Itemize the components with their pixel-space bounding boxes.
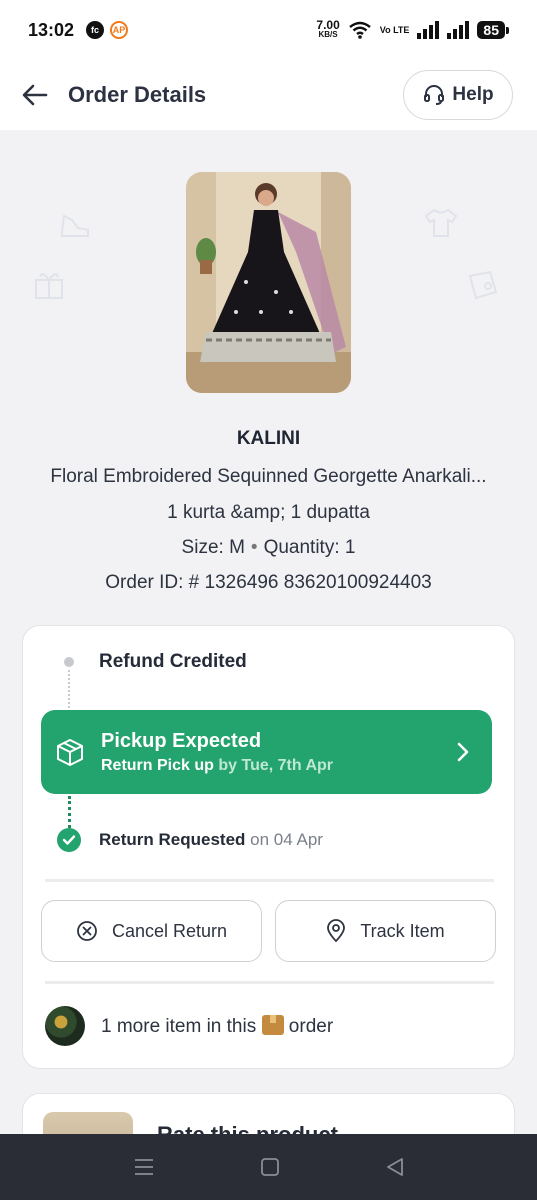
refund-credited-label: Refund Credited (99, 651, 247, 672)
product-contents: 1 kurta &amp; 1 dupatta (167, 502, 370, 523)
more-items-row[interactable]: 1 more item in this order (45, 1006, 333, 1046)
wifi-icon (348, 21, 371, 39)
back-button[interactable] (20, 80, 50, 110)
app-header: Order Details Help (0, 60, 537, 130)
speed-unit: KB/S (318, 30, 338, 39)
package-box-icon (57, 739, 83, 766)
order-id: Order ID: # 1326496 83620100924403 (105, 572, 432, 593)
return-requested-label: Return Requested (99, 830, 246, 849)
arrow-left-icon (22, 84, 48, 106)
timeline-connector-green (68, 796, 71, 828)
chevron-right-icon (457, 742, 469, 762)
signal-icon-1 (417, 21, 440, 39)
quantity-text: Quantity: 1 (263, 537, 356, 558)
track-item-button[interactable]: Track Item (275, 900, 496, 962)
separator-dot: • (250, 537, 258, 558)
headset-icon (424, 85, 445, 105)
more-item-thumbnail (45, 1006, 85, 1046)
pickup-subtitle: Return Pick up by Tue, 7th Apr (101, 757, 333, 775)
pickup-sub-label: Return Pick up (101, 756, 214, 774)
signal-icon-2 (447, 21, 470, 39)
refund-step-dot (64, 657, 74, 667)
help-button[interactable]: Help (403, 70, 513, 120)
cancel-return-label: Cancel Return (111, 920, 228, 941)
more-items-suffix: order (288, 1015, 334, 1037)
more-items-prefix: 1 more item in this (101, 1015, 257, 1037)
ap-notification-icon: AP (110, 21, 129, 39)
wallet-bg-icon (468, 270, 498, 300)
package-emoji-icon (261, 1014, 284, 1035)
pickup-title: Pickup Expected (101, 729, 262, 752)
status-time: 13:02 (28, 19, 75, 40)
network-speed: 7.00 KB/S (316, 19, 339, 39)
timeline-connector-grey (68, 670, 70, 708)
return-requested-date: on 04 Apr (250, 830, 323, 849)
shoe-bg-icon (61, 214, 89, 237)
return-requested-row: Return Requested on 04 Apr (99, 830, 323, 850)
product-photo (186, 172, 351, 393)
product-name: Floral Embroidered Sequinned Georgette A… (50, 466, 487, 487)
check-circle-icon (57, 828, 81, 852)
help-label: Help (452, 84, 494, 105)
gift-bg-icon (35, 273, 63, 299)
system-nav-bar (0, 1134, 537, 1200)
notification-icons: fc AP (86, 21, 129, 39)
fc-notification-icon: fc (86, 21, 105, 39)
divider (45, 981, 494, 984)
battery-icon: 85 (477, 21, 509, 39)
size-text: Size: M (181, 537, 245, 558)
menu-icon[interactable] (133, 1158, 155, 1176)
page-title: Order Details (68, 82, 207, 107)
volte-label: Vo LTE (379, 24, 410, 35)
pickup-expected-banner[interactable]: Pickup Expected Return Pick up by Tue, 7… (41, 710, 492, 794)
home-square-icon[interactable] (260, 1157, 280, 1177)
pickup-date: by Tue, 7th Apr (218, 756, 334, 774)
size-quantity: Size: M • Quantity: 1 (0, 537, 537, 559)
back-triangle-icon[interactable] (385, 1157, 405, 1177)
product-brand: KALINI (236, 428, 301, 449)
product-image[interactable] (186, 172, 351, 393)
divider (45, 879, 494, 882)
tshirt-bg-icon (424, 208, 458, 237)
order-status-card: Refund Credited Pickup Expected Return P… (22, 625, 515, 1069)
status-bar: 13:02 fc AP 7.00 KB/S Vo LTE 85 (0, 0, 537, 60)
cancel-return-button[interactable]: Cancel Return (41, 900, 262, 962)
cancel-circle-icon (77, 921, 97, 941)
track-item-label: Track Item (360, 920, 445, 941)
location-pin-icon (327, 919, 346, 943)
